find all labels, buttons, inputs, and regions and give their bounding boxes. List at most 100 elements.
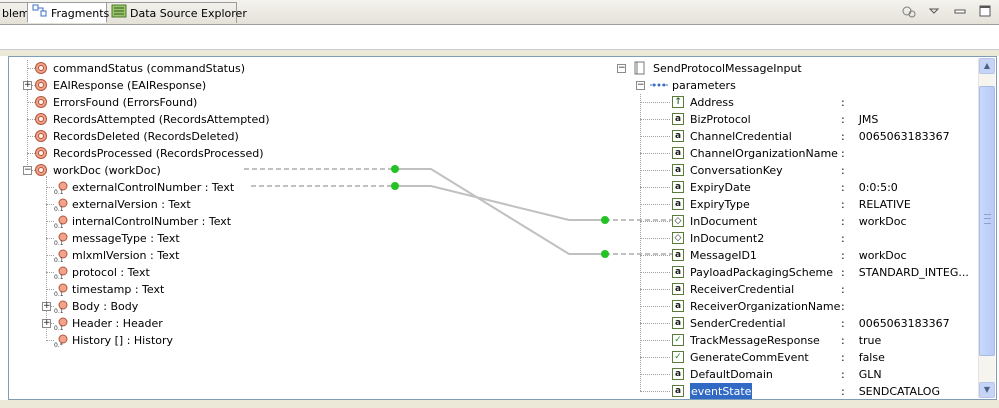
parameter-row[interactable]: a ReceiverCredential: [609,281,979,298]
parameter-row[interactable]: ↑ Address: [609,94,979,111]
chevron-down-icon[interactable] [926,3,942,19]
expand-icon[interactable]: + [23,81,32,90]
target-root-label: SendProtocolMessageInput [653,62,802,75]
tree-item[interactable]: 0.1 externalVersion : Text [9,196,389,213]
mapping-connector-externalcontrol-messageid[interactable] [395,185,605,221]
parameter-name: SenderCredential [690,317,786,330]
parameter-row[interactable]: a ReceiverOrganizationName: [609,298,979,315]
tree-item[interactable]: 0.1 mlxmlVersion : Text [9,247,389,264]
mapping-canvas[interactable]: commandStatus (commandStatus) + EAIRespons… [8,56,997,400]
tree-item[interactable]: commandStatus (commandStatus) [9,60,389,77]
tree-item[interactable]: RecordsAttempted (RecordsAttempted) [9,111,389,128]
parameter-name: MessageID1 [690,249,757,262]
tree-item[interactable]: RecordsProcessed (RecordsProcessed) [9,145,389,162]
target-root[interactable]: − SendProtocolMessageInput [609,60,969,77]
parameter-row[interactable]: a eventState: SENDCATALOG [609,383,979,399]
parameter-value: : [841,283,845,296]
parameter-name: DefaultDomain [690,368,773,381]
attribute-text-icon: a [672,317,684,329]
tree-item[interactable]: ErrorsFound (ErrorsFound) [9,94,389,111]
tree-guide [640,119,670,120]
tree-item[interactable]: 0.* History [] : History [9,332,389,349]
view-menu-icon[interactable] [901,3,917,19]
tree-guide [46,238,54,239]
tree-item-label: EAIResponse (EAIResponse) [53,79,207,92]
collapse-icon[interactable]: − [636,81,645,90]
parameter-row[interactable]: a ExpiryDate: 0:0:5:0 [609,179,979,196]
mapping-connector-workdoc-indocument[interactable] [395,168,605,255]
connection-anchor[interactable] [601,216,609,224]
parameters-group[interactable]: − parameters [609,77,969,94]
collapse-icon[interactable]: − [23,166,32,175]
parameter-row[interactable]: a ExpiryType: RELATIVE [609,196,979,213]
tree-guide [46,289,54,290]
parameters-label: parameters [672,79,736,92]
tree-guide [640,204,670,205]
parameter-row[interactable]: ✓ TrackMessageResponse: true [609,332,979,349]
tree-guide [640,374,670,375]
data-source-explorer-icon [111,4,127,25]
parameter-row[interactable]: a ConversationKey: [609,162,979,179]
tree-item[interactable]: 0.1 messageType : Text [9,230,389,247]
tree-item-label: RecordsDeleted (RecordsDeleted) [53,130,239,143]
scroll-thumb[interactable] [979,86,995,356]
tree-guide [640,153,670,154]
tree-item[interactable]: RecordsDeleted (RecordsDeleted) [9,128,389,145]
element-icon [35,96,47,108]
parameter-row[interactable]: a MessageID1: workDoc [609,247,979,264]
parameter-name-selected: eventState [690,383,753,399]
tree-item[interactable]: 0.1 internalControlNumber : Text [9,213,389,230]
parameter-name: PayloadPackagingScheme [690,266,833,279]
parameter-row[interactable]: a ChannelOrganizationName: [609,145,979,162]
connection-anchor[interactable] [391,165,399,173]
tree-item[interactable]: 0.1 protocol : Text [9,264,389,281]
connection-anchor[interactable] [601,250,609,258]
parameter-row[interactable]: ◇ InDocument: workDoc [609,213,979,230]
maximize-icon[interactable] [977,3,993,19]
tab-data-source-explorer[interactable]: Data Source Explorer [107,2,247,25]
svg-text:0.1: 0.1 [54,325,64,331]
parameter-row[interactable]: a ChannelCredential: 0065063183367 [609,128,979,145]
parameter-row[interactable]: a PayloadPackagingScheme: STANDARD_INTEG.… [609,264,979,281]
tab-label: Fragments [51,7,110,20]
tree-item-label: messageType : Text [72,232,180,245]
connection-anchor[interactable] [391,182,399,190]
parameter-row[interactable]: a BizProtocol: JMS [609,111,979,128]
tree-guide [640,221,670,222]
view-actions [895,3,994,19]
tree-item[interactable]: +0.1 Header : Header [9,315,389,332]
fragments-icon [32,4,48,25]
expand-icon[interactable]: + [42,319,51,328]
attribute-text-icon: a [672,198,684,210]
tree-item[interactable]: +0.1 Body : Body [9,298,389,315]
tree-item-label: mlxmlVersion : Text [72,249,180,262]
svg-text:0.1: 0.1 [54,291,64,297]
svg-text:0.1: 0.1 [54,257,64,263]
vertical-scrollbar[interactable]: ▲ ▼ [978,58,995,398]
collapse-icon[interactable]: − [617,64,626,73]
tree-item[interactable]: − workDoc (workDoc) [9,162,389,179]
input-schema-icon [633,61,647,75]
parameter-value: : JMS [841,113,879,126]
tree-item-label: Body : Body [72,300,139,313]
expand-icon[interactable]: + [42,302,51,311]
minimize-icon[interactable] [952,3,968,19]
tree-item[interactable]: 0.1 timestamp : Text [9,281,389,298]
svg-text:0.1: 0.1 [54,240,64,246]
parameter-row[interactable]: ◇ InDocument2: [609,230,979,247]
tree-guide [640,102,670,103]
tree-item-label: RecordsProcessed (RecordsProcessed) [53,147,264,160]
parameter-name: Address [690,96,734,109]
tree-guide [640,136,670,137]
scroll-down-button[interactable]: ▼ [979,382,995,398]
parameter-row[interactable]: a DefaultDomain: GLN [609,366,979,383]
status-strip [0,400,999,408]
parameter-row[interactable]: ✓ GenerateCommEvent: false [609,349,979,366]
parameter-value: : workDoc [841,215,907,228]
tree-item[interactable]: 0.1 externalControlNumber : Text [9,179,389,196]
parameter-row[interactable]: a SenderCredential: 0065063183367 [609,315,979,332]
tree-item[interactable]: + EAIResponse (EAIResponse) [9,77,389,94]
scroll-up-button[interactable]: ▲ [979,58,995,74]
parameter-value: : STANDARD_INTEG... [841,266,969,279]
tab-fragments[interactable]: Fragments [27,2,110,25]
